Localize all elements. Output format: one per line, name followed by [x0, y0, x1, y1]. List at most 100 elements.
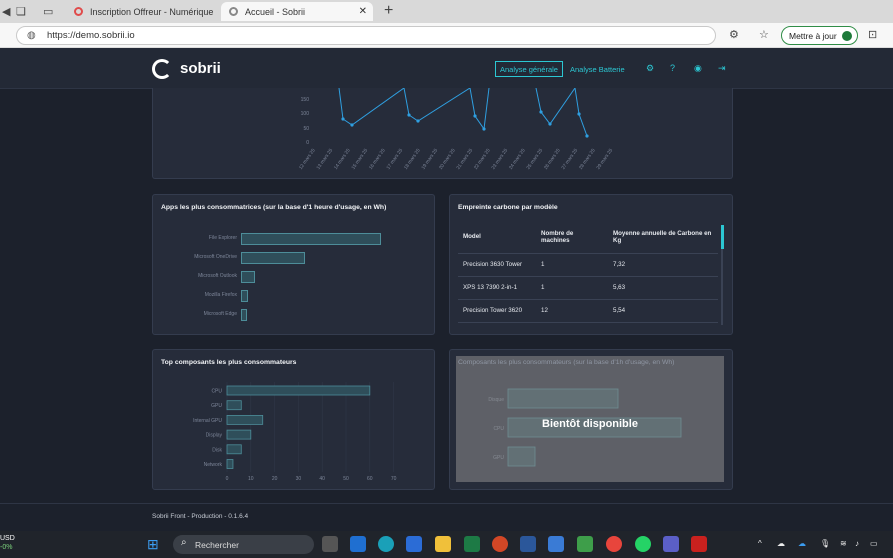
bar: [226, 459, 234, 469]
x-tick-label: 40: [319, 476, 325, 482]
update-button-label: Mettre à jour: [789, 30, 837, 41]
taskbar-search[interactable]: ⌕ Rechercher: [173, 535, 314, 554]
bar-label: Microsoft Edge: [203, 311, 237, 317]
consumption-line-chart-card: 150 100 50 0 12 mars 25 13 mars 25 14 mars 25 1…: [152, 87, 733, 179]
bar[interactable]: [241, 233, 381, 245]
onedrive-icon[interactable]: ☁: [798, 539, 806, 548]
word-icon[interactable]: [520, 536, 536, 552]
snipping-tool-icon[interactable]: [548, 536, 564, 552]
user-icon[interactable]: ◉: [694, 63, 702, 74]
col-header-model: Model: [458, 221, 536, 254]
x-tick-label: 20: [272, 476, 278, 482]
app-icon[interactable]: [577, 536, 593, 552]
series-line: [574, 87, 588, 137]
bar[interactable]: [241, 309, 247, 321]
favorites-icon[interactable]: ☆: [759, 28, 769, 41]
close-icon[interactable]: ✕: [359, 6, 367, 17]
cell-carbon: 5,54: [608, 299, 718, 323]
table-scrollbar-thumb[interactable]: [721, 225, 724, 249]
teams-icon[interactable]: [663, 536, 679, 552]
edge-icon[interactable]: [378, 536, 394, 552]
bar[interactable]: [241, 290, 248, 302]
new-tab-icon[interactable]: +: [384, 2, 393, 20]
nav-analyse-batterie[interactable]: Analyse Batterie: [570, 61, 625, 77]
chevron-up-icon[interactable]: ^: [758, 539, 762, 548]
wifi-icon[interactable]: ≋: [840, 539, 847, 548]
extensions-icon[interactable]: ⚙: [729, 28, 739, 41]
data-point: [577, 112, 581, 116]
x-tick-label: 23 mars 25: [490, 147, 509, 170]
x-tick-label: 22 mars 25: [473, 147, 492, 170]
x-tick-label: 16 mars 25: [368, 147, 387, 170]
bar-label: Disk: [212, 447, 222, 453]
data-point: [350, 123, 354, 127]
apps-card: Apps les plus consommatrices (sur la bas…: [152, 194, 435, 335]
excel-icon[interactable]: [464, 536, 480, 552]
search-icon: ⌕: [181, 537, 187, 548]
tab-inscription[interactable]: Inscription Offreur - Numérique: [66, 2, 218, 21]
volume-icon[interactable]: ♪: [855, 539, 859, 548]
update-button[interactable]: Mettre à jour: [781, 26, 858, 45]
tab-actions-icon[interactable]: ▭: [43, 5, 53, 18]
taskbar-search-label: Rechercher: [195, 539, 239, 550]
bar[interactable]: [241, 271, 255, 283]
cell-model: Precision Tower 3620: [458, 299, 536, 323]
bar: [226, 400, 242, 411]
help-icon[interactable]: ?: [670, 63, 675, 73]
bar: [226, 385, 371, 396]
store-icon[interactable]: [406, 536, 422, 552]
y-tick-label: 100: [301, 111, 310, 117]
update-status-icon: [842, 31, 852, 41]
bar[interactable]: [241, 252, 306, 264]
coming-soon-overlay: Bientôt disponible: [456, 356, 724, 482]
favicon-icon: [229, 7, 238, 16]
ticker-widget[interactable]: USD -0%: [0, 534, 15, 552]
cell-count: 1: [536, 276, 608, 300]
components-card: Top composants les plus consommateurs 01…: [152, 349, 435, 490]
cell-count: 12: [536, 299, 608, 323]
y-tick-label: 50: [303, 126, 309, 132]
data-point: [585, 134, 589, 138]
cloud-icon[interactable]: ☁: [777, 539, 785, 548]
nav-analyse-generale[interactable]: Analyse générale: [495, 61, 563, 77]
line-chart: 15010050012 mars 25 13 mars 25 14 mars 25 1…: [298, 87, 614, 171]
copilot-icon[interactable]: ⊡: [868, 28, 877, 41]
bar: [226, 429, 252, 440]
url-input[interactable]: ◍ https://demo.sobrii.io: [16, 26, 716, 45]
bar-label: GPU: [211, 403, 222, 409]
table-row: XPS 13 7390 2-in-1 1 5,63: [458, 276, 718, 300]
table-header-row: Model Nombre de machines Moyenne annuell…: [458, 221, 718, 254]
file-explorer-icon[interactable]: [435, 536, 451, 552]
workspaces-icon[interactable]: ❏: [16, 5, 26, 18]
data-point: [407, 113, 411, 117]
logo-text: sobrii: [180, 60, 221, 77]
browser-tab-strip: ◀ ❏ ▭ Inscription Offreur - Numérique Ac…: [0, 0, 893, 23]
battery-icon[interactable]: ▭: [870, 539, 878, 548]
logout-icon[interactable]: ⇥: [718, 63, 726, 74]
col-header-count: Nombre de machines: [536, 221, 608, 254]
back-arrow-icon[interactable]: ◀: [2, 5, 10, 18]
outlook-icon[interactable]: [350, 536, 366, 552]
tab-accueil[interactable]: Accueil - Sobrii ✕: [221, 2, 373, 21]
windows-start-icon[interactable]: ⊞: [147, 536, 159, 553]
app-header: [0, 48, 893, 89]
whatsapp-icon[interactable]: [635, 536, 651, 552]
data-point: [416, 119, 420, 123]
x-tick-label: 30: [296, 476, 302, 482]
settings-icon[interactable]: ⚙: [646, 63, 654, 74]
powerpoint-icon[interactable]: [492, 536, 508, 552]
task-view-icon[interactable]: [322, 536, 338, 552]
chrome-icon[interactable]: [606, 536, 622, 552]
carbon-table: Model Nombre de machines Moyenne annuell…: [458, 221, 718, 323]
carbon-card: Empreinte carbone par modèle Model Nombr…: [449, 194, 733, 335]
bar-label: Display: [206, 433, 223, 439]
y-tick-label: 0: [306, 140, 309, 146]
x-tick-label: 27 mars 25: [560, 147, 579, 170]
url-text: https://demo.sobrii.io: [47, 30, 135, 41]
x-tick-label: 20 mars 25: [438, 147, 457, 170]
acrobat-icon[interactable]: [691, 536, 707, 552]
series-line: [338, 87, 405, 126]
mic-muted-icon[interactable]: 🎙: [820, 539, 830, 548]
coming-soon-text: Bientôt disponible: [542, 418, 638, 430]
x-tick-label: 26 mars 25: [543, 147, 562, 170]
